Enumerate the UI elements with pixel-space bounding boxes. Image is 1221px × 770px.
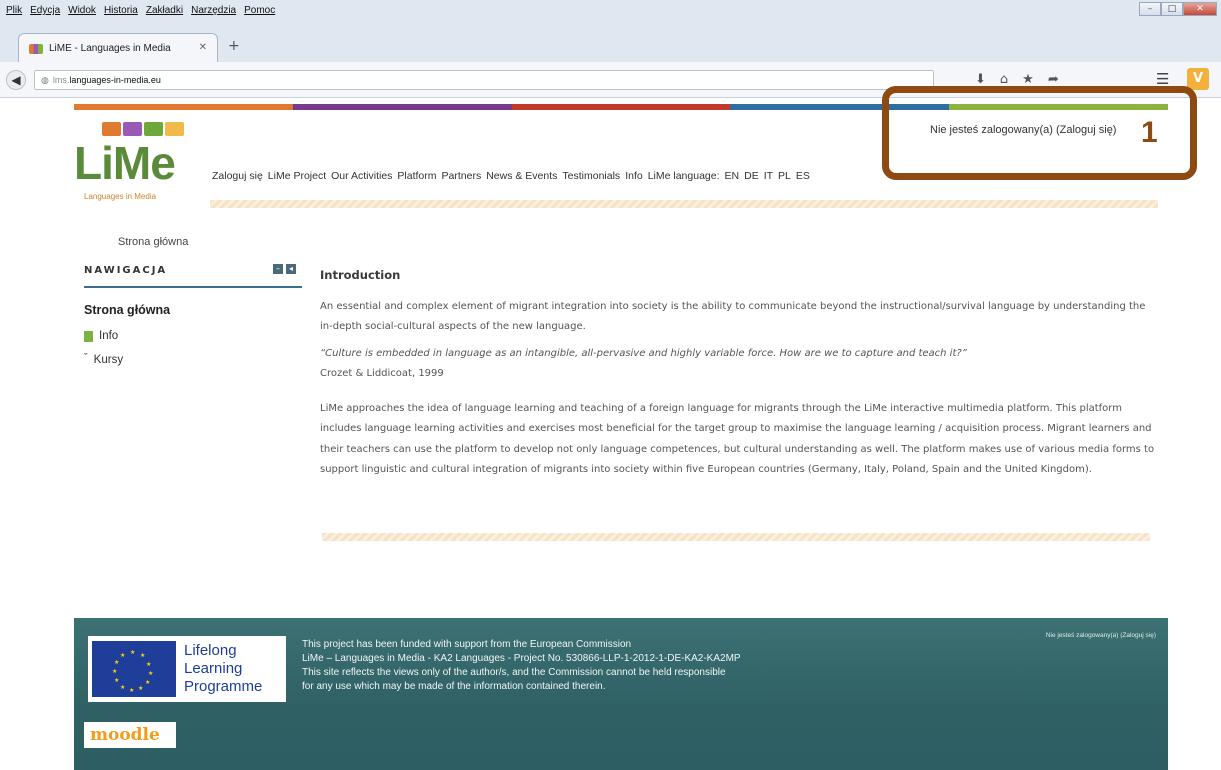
browser-tab[interactable]: LiME - Languages in Media ✕ [18, 33, 218, 63]
tab-title: LiME - Languages in Media [49, 43, 171, 54]
quote-text: “Culture is embedded in language as an i… [320, 347, 967, 359]
nav-platform[interactable]: Platform [397, 170, 436, 182]
menu-narzedzia[interactable]: Narzędzia [191, 5, 236, 16]
menu-plik[interactable]: Plik [6, 5, 22, 16]
close-tab-icon[interactable]: ✕ [199, 42, 207, 53]
footer-disclaimer: This project has been funded with suppor… [302, 638, 741, 694]
footer-login-status[interactable]: Nie jesteś zalogowany(a) (Zaloguj się) [1046, 632, 1156, 639]
footer-line: This site reflects the views only of the… [302, 667, 726, 678]
lang-en[interactable]: EN [725, 170, 740, 182]
footer-line: for any use which may be made of the inf… [302, 681, 606, 692]
page-icon [84, 330, 93, 342]
llp-text: Lifelong Learning Programme [184, 642, 262, 696]
lang-de[interactable]: DE [744, 170, 759, 182]
browser-menubar: Plik Edycja Widok Historia Zakładki Narz… [0, 0, 1221, 26]
lang-pl[interactable]: PL [778, 170, 791, 182]
block-controls: – ◂ [273, 264, 296, 274]
moodle-logo[interactable]: moodle [84, 722, 176, 748]
navigation-block-header: NAWIGACJA – ◂ [84, 262, 302, 288]
llp-line: Lifelong [184, 642, 237, 659]
minimize-button[interactable]: – [1139, 2, 1161, 16]
nav-our-activities[interactable]: Our Activities [331, 170, 392, 182]
menu-widok[interactable]: Widok [68, 5, 96, 16]
menu-items: Plik Edycja Widok Historia Zakładki Narz… [6, 5, 275, 16]
llp-line: Learning [184, 660, 243, 677]
nav-info-label: Info [99, 330, 119, 342]
lime-paragraph: LiMe approaches the idea of language lea… [320, 403, 1155, 476]
collapse-block-icon[interactable]: – [273, 264, 283, 274]
download-icon[interactable]: ⬇ [975, 72, 986, 87]
back-button[interactable]: ◀ [6, 70, 26, 90]
home-icon[interactable]: ⌂ [1000, 72, 1008, 87]
close-window-button[interactable]: ✕ [1183, 2, 1217, 16]
nav-home-link[interactable]: Strona główna [84, 303, 170, 317]
extension-icon[interactable]: V [1187, 68, 1209, 90]
nav-language-label: LiMe language: [647, 170, 720, 182]
llp-line: Programme [184, 678, 263, 695]
menu-edycja[interactable]: Edycja [30, 5, 60, 16]
dock-block-icon[interactable]: ◂ [286, 264, 296, 274]
lang-it[interactable]: IT [764, 170, 773, 182]
intro-paragraph: An essential and complex element of migr… [320, 301, 1146, 333]
url-bar[interactable]: ◍ lms.languages-in-media.eu [34, 70, 934, 90]
url-host: lms. [52, 75, 70, 85]
llp-logo: ★ ★ ★ ★ ★ ★ ★ ★ ★ ★ ★ ★ Lifelong Learning Programme [88, 636, 286, 702]
favicon-icon [29, 43, 43, 54]
quote-author: Crozet & Liddicoat, 1999 [320, 367, 444, 379]
tab-strip: LiME - Languages in Media ✕ + [0, 26, 1221, 63]
nav-kursy-link[interactable]: ˇ Kursy [84, 352, 124, 366]
footer-line: LiMe – Languages in Media - KA2 Language… [302, 653, 741, 664]
menu-pomoc[interactable]: Pomoc [244, 5, 275, 16]
site-footer: ★ ★ ★ ★ ★ ★ ★ ★ ★ ★ ★ ★ Lifelong Learning Programme… [74, 618, 1168, 770]
window-controls: – □ ✕ [1139, 2, 1217, 16]
url-domain: languages-in-media.eu [69, 75, 161, 85]
logo-subtitle: Languages in Media [84, 192, 157, 201]
bookmark-icon[interactable]: ★ [1022, 72, 1034, 87]
nav-testimonials[interactable]: Testimonials [562, 170, 620, 182]
top-navigation: Zaloguj się LiMe Project Our Activities … [212, 170, 810, 182]
nav-info[interactable]: Info [625, 170, 643, 182]
new-tab-button[interactable]: + [228, 38, 240, 54]
header-divider [210, 200, 1158, 208]
content-divider [322, 533, 1150, 541]
toolbar-icons: ⬇ ⌂ ★ ➦ [975, 72, 1059, 87]
nav-news-events[interactable]: News & Events [486, 170, 557, 182]
globe-icon: ◍ [41, 75, 49, 85]
footer-line: This project has been funded with suppor… [302, 639, 632, 650]
nav-partners[interactable]: Partners [442, 170, 482, 182]
nav-info-link[interactable]: Info [84, 330, 118, 342]
share-icon[interactable]: ➦ [1048, 72, 1059, 87]
nav-lime-project[interactable]: LiMe Project [268, 170, 326, 182]
eu-flag-icon: ★ ★ ★ ★ ★ ★ ★ ★ ★ ★ ★ ★ [92, 641, 176, 697]
menu-zakladki[interactable]: Zakładki [146, 5, 183, 16]
lang-es[interactable]: ES [796, 170, 810, 182]
nav-kursy-label: Kursy [93, 354, 124, 366]
maximize-button[interactable]: □ [1161, 2, 1183, 16]
main-content: Introduction An essential and complex el… [320, 268, 1160, 486]
breadcrumb[interactable]: Strona główna [118, 236, 188, 248]
menu-historia[interactable]: Historia [104, 5, 138, 16]
content-heading: Introduction [320, 268, 401, 282]
nav-login[interactable]: Zaloguj się [212, 170, 263, 182]
logo-icons [102, 122, 184, 136]
chevron-down-icon: ˇ [84, 352, 88, 364]
site-logo[interactable]: LiMe [74, 136, 176, 190]
annotation-number: 1 [1141, 116, 1158, 149]
navigation-title: NAWIGACJA [84, 265, 168, 276]
